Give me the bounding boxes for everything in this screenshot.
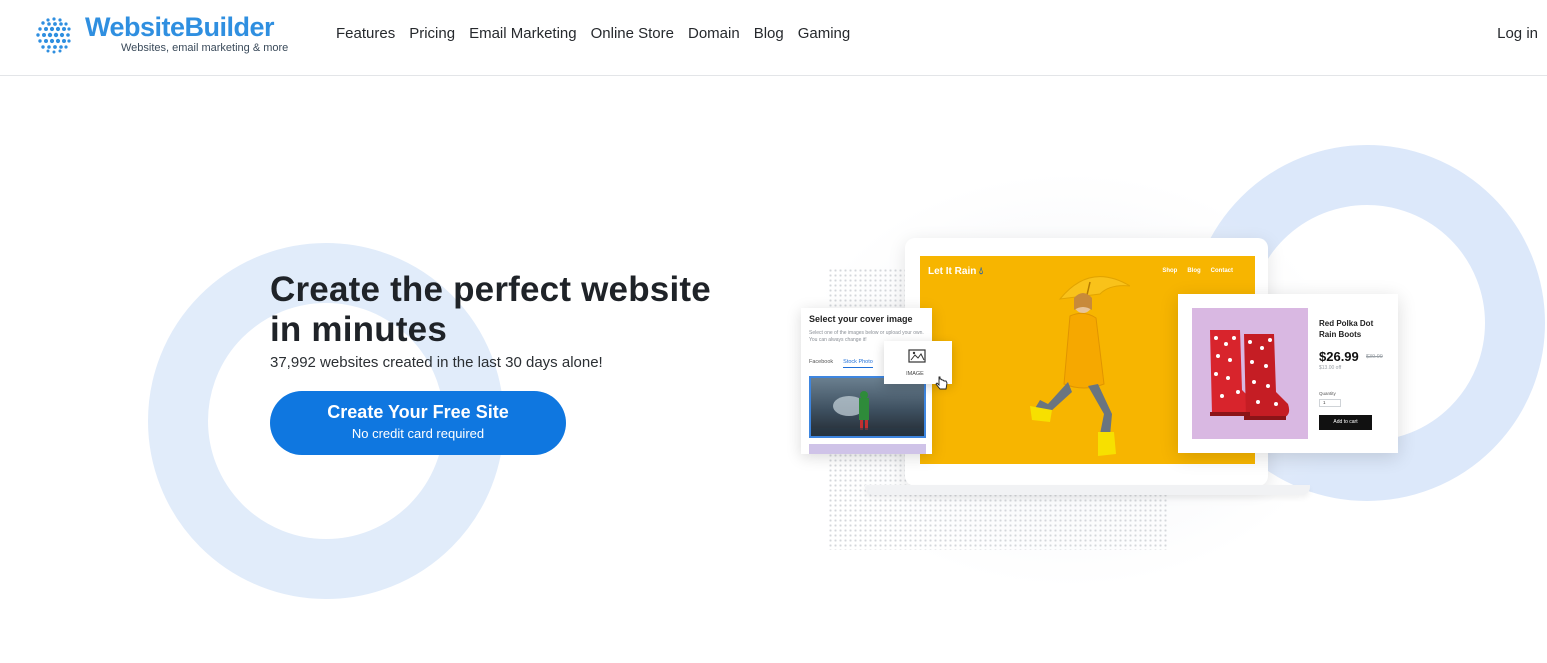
hero-subline: 37,992 websites created in the last 30 d…: [270, 354, 603, 371]
nav-blog[interactable]: Blog: [754, 25, 784, 42]
cover-photo-strip: [809, 444, 926, 454]
product-old-price: $39.99: [1366, 354, 1383, 360]
login-link[interactable]: Log in: [1497, 25, 1538, 42]
logo[interactable]: WebsiteBuilder Websites, email marketing…: [33, 12, 303, 58]
tab-stock-photo[interactable]: Stock Photo: [843, 359, 873, 368]
hero-headline: Create the perfect website in minutes: [270, 270, 711, 349]
cover-photo-thumbnail[interactable]: [809, 376, 926, 438]
nav-gaming[interactable]: Gaming: [798, 25, 851, 42]
main-nav: Features Pricing Email Marketing Online …: [336, 25, 850, 42]
nav-features[interactable]: Features: [336, 25, 395, 42]
quantity-select[interactable]: 1: [1319, 399, 1341, 407]
cover-card-tabs: Facebook Stock Photo: [809, 359, 873, 368]
quantity-label: Quantity: [1319, 391, 1336, 396]
hand-cursor-icon: [935, 376, 948, 390]
nav-online-store[interactable]: Online Store: [591, 25, 674, 42]
image-icon: [908, 349, 926, 363]
preview-nav-contact: Contact: [1210, 268, 1233, 274]
laptop-base: [865, 485, 1310, 495]
kid-in-rain-photo: [811, 391, 924, 436]
logo-globe-icon: [36, 17, 71, 54]
preview-site-nav: Shop Blog Contact: [1162, 268, 1233, 274]
girl-with-umbrella-illustration: [1030, 276, 1130, 456]
add-to-cart-button[interactable]: Add to cart: [1319, 415, 1372, 430]
nav-email-marketing[interactable]: Email Marketing: [469, 25, 577, 42]
logo-name: WebsiteBuilder: [85, 12, 275, 42]
preview-site-title: Let It Rain 💧︎: [928, 266, 984, 277]
tab-facebook[interactable]: Facebook: [809, 359, 833, 368]
product-savings: $13.00 off: [1319, 365, 1342, 371]
site-header: WebsiteBuilder Websites, email marketing…: [0, 0, 1547, 76]
nav-domain[interactable]: Domain: [688, 25, 740, 42]
logo-tagline: Websites, email marketing & more: [121, 42, 289, 54]
product-image: [1192, 308, 1308, 439]
create-free-site-button[interactable]: Create Your Free Site No credit card req…: [270, 391, 566, 455]
red-polka-dot-boots-image: [1210, 330, 1290, 420]
preview-nav-shop: Shop: [1162, 268, 1178, 274]
product-card: Red Polka Dot Rain Boots $26.99 $39.99 $…: [1178, 294, 1398, 453]
nav-pricing[interactable]: Pricing: [409, 25, 455, 42]
product-price: $26.99: [1319, 349, 1359, 364]
preview-nav-blog: Blog: [1187, 268, 1201, 274]
cta-sub-label: No credit card required: [351, 426, 485, 441]
product-name: Red Polka Dot Rain Boots: [1319, 319, 1374, 339]
cover-card-title: Select your cover image: [809, 314, 913, 324]
image-upload-chip[interactable]: IMAGE: [884, 341, 952, 390]
cta-main-label: Create Your Free Site: [327, 402, 509, 422]
